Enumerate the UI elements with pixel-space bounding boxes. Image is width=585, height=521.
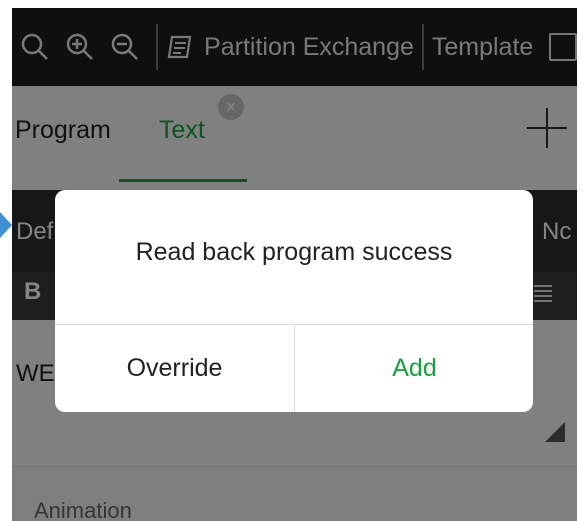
add-button[interactable]: Add [295,324,533,412]
override-button[interactable]: Override [55,324,294,412]
readback-dialog: Read back program success Override Add [55,190,533,412]
side-marker-icon [0,212,12,238]
dialog-message: Read back program success [135,238,453,266]
